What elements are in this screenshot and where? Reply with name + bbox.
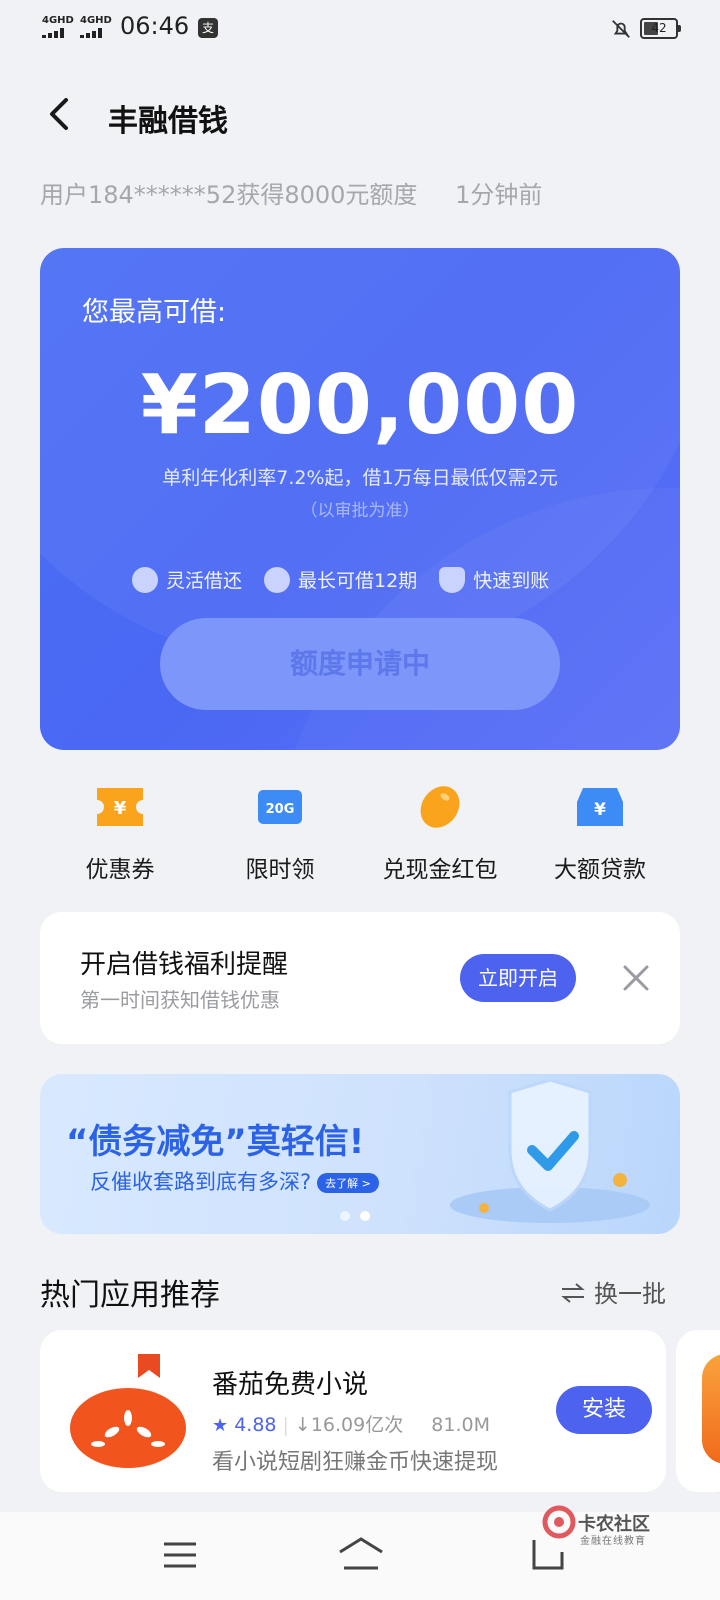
watermark-logo <box>542 1505 576 1539</box>
app-name: 番茄免费小说 <box>212 1370 369 1400</box>
quick-label: 兑现金红包 <box>382 857 498 883</box>
quick-item-coupon[interactable]: ¥ 优惠券 <box>40 780 200 884</box>
feature-label: 快速到账 <box>473 570 550 592</box>
bean-icon <box>420 786 460 828</box>
watermark-subtitle: 金融在线教育 <box>580 1536 646 1547</box>
quick-item-bigloan[interactable]: ¥ 大额贷款 <box>520 780 680 884</box>
swap-icon <box>561 1283 585 1303</box>
quick-item-redpacket[interactable]: 兑现金红包 <box>360 780 520 884</box>
page-title: 丰融借钱 <box>108 104 228 139</box>
feature-term: 最长可借12期 <box>264 566 417 593</box>
banner-subtitle: 反催收套路到底有多深? 去了解 > <box>90 1166 379 1196</box>
refresh-label: 换一批 <box>594 1280 666 1308</box>
reminder-card: 开启借钱福利提醒 第一时间获知借钱优惠 立即开启 <box>40 912 680 1044</box>
back-icon[interactable] <box>530 1536 566 1572</box>
limit-label: 您最高可借: <box>82 297 227 328</box>
feature-label: 最长可借12期 <box>298 570 418 592</box>
promo-banner[interactable]: “债务减免”莫轻信! 反催收套路到底有多深? 去了解 > <box>40 1074 680 1234</box>
clock: 06:46 <box>120 12 190 40</box>
enable-reminder-button[interactable]: 立即开启 <box>460 954 576 1002</box>
svg-text:¥: ¥ <box>114 798 127 819</box>
banner-title: “债务减免”莫轻信! <box>66 1122 365 1162</box>
refresh-button[interactable]: 换一批 <box>560 1274 666 1309</box>
loan-ticker: 用户184******52获得8000元额度 1分钟前 <box>40 175 572 210</box>
install-button[interactable]: 安装 <box>556 1386 652 1434</box>
apply-button[interactable]: 额度申请中 <box>160 618 560 710</box>
next-app-card[interactable] <box>676 1330 720 1492</box>
menu-icon[interactable] <box>162 1540 198 1570</box>
quick-label: 大额贷款 <box>554 857 646 883</box>
status-bar: 4GHD 4GHD 06:46 支 42 <box>0 0 720 56</box>
battery-icon: 42 <box>640 18 681 39</box>
learn-more-button[interactable]: 去了解 > <box>317 1173 379 1193</box>
feature-flexible: 灵活借还 <box>132 566 242 593</box>
app-description: 看小说短剧狂赚金币快速提现 <box>212 1450 499 1475</box>
diamond-icon <box>264 566 291 593</box>
clock-icon <box>132 566 158 593</box>
bell-off-icon <box>612 20 630 38</box>
quick-label: 限时领 <box>245 857 315 883</box>
quick-actions: ¥ 优惠券 20G 限时领 兑现金红包 ¥ 大额贷款 <box>40 780 680 883</box>
signal-icon: 4GHD <box>42 16 74 38</box>
home-icon[interactable] <box>336 1536 386 1572</box>
network-type: 4GHD <box>42 15 74 26</box>
quick-item-limited[interactable]: 20G 限时领 <box>200 780 360 884</box>
approval-note: （以审批为准） <box>300 501 420 521</box>
close-icon[interactable] <box>622 964 650 992</box>
app-card[interactable]: 番茄免费小说 ★ 4.88 | ↓16.09亿次 81.0M 看小说短剧狂赚金币快速… <box>40 1330 666 1492</box>
limit-amount: ¥200,000 <box>140 358 580 453</box>
app-meta: ★ 4.88 | ↓16.09亿次 81.0M <box>212 1414 490 1436</box>
network-type-2: 4GHD <box>80 15 112 26</box>
star-icon: ★ <box>212 1415 229 1436</box>
notification-app-icon: 支 <box>198 18 218 38</box>
banner-subtitle-text: 反催收套路到底有多深? <box>90 1170 312 1194</box>
interest-rate-text: 单利年化利率7.2%起，借1万每日最低仅需2元 <box>162 467 558 489</box>
feature-list: 灵活借还 最长可借12期 快速到账 <box>132 566 571 593</box>
recommend-title: 热门应用推荐 <box>40 1278 220 1313</box>
coupon-icon: ¥ <box>97 788 143 826</box>
credit-limit-card: 您最高可借: ¥200,000 单利年化利率7.2%起，借1万每日最低仅需2元 … <box>40 248 680 750</box>
feature-label: 灵活借还 <box>166 570 243 592</box>
shield-check-illustration <box>450 1080 650 1223</box>
app-rating: 4.88 <box>234 1414 277 1436</box>
20g-icon: 20G <box>258 790 302 824</box>
carousel-dots <box>340 1206 380 1225</box>
ticker-message: 用户184******52获得8000元额度 <box>40 181 418 209</box>
battery-level: 42 <box>651 21 667 35</box>
reminder-subtitle: 第一时间获知借钱优惠 <box>80 988 280 1012</box>
back-arrow-icon[interactable] <box>42 94 82 134</box>
feature-fast: 快速到账 <box>439 566 549 593</box>
app-size: 81.0M <box>431 1414 490 1436</box>
svg-text:¥: ¥ <box>594 800 606 820</box>
quick-label: 优惠券 <box>85 857 155 883</box>
app-downloads: ↓16.09亿次 <box>294 1414 404 1436</box>
shield-check-icon <box>439 566 466 593</box>
ticker-time: 1分钟前 <box>455 181 543 209</box>
signal-icon-2: 4GHD <box>80 16 112 38</box>
reminder-title: 开启借钱福利提醒 <box>80 950 289 980</box>
svg-text:20G: 20G <box>266 802 295 817</box>
tomato-app-icon <box>70 1354 186 1468</box>
loan-icon: ¥ <box>577 788 623 826</box>
